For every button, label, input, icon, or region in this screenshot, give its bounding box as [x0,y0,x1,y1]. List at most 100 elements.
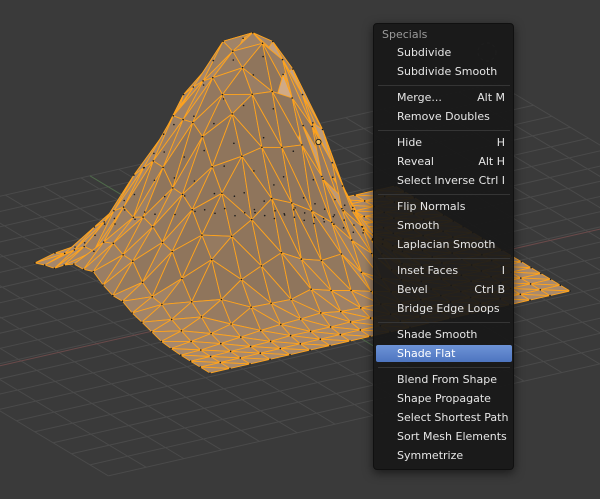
mesh-vertex [102,284,104,286]
mesh-vertex [250,218,253,221]
mesh-vertex [233,142,235,145]
mesh-vertex [152,226,154,228]
mesh-vertex [113,217,116,220]
menu-item-label: Shade Smooth [397,328,478,341]
specials-menu[interactable]: Specials Subdivide Subdivide Smooth Merge.… [373,23,514,470]
mesh-vertex [254,211,256,214]
mesh-vertex [369,335,371,338]
mesh-vertex [370,290,372,293]
menu-item-subdivide-smooth[interactable]: Subdivide Smooth [376,63,512,80]
menu-item-sort-mesh-elements[interactable]: Sort Mesh Elements [376,428,512,445]
mesh-vertex [152,160,155,162]
menu-item-shape-propagate[interactable]: Shape Propagate [376,390,512,407]
menu-item-select-shortest-path[interactable]: Select Shortest Path [376,409,512,426]
mesh-vertex [141,321,143,324]
mesh-vertex [280,323,282,326]
mesh-vertex [249,345,252,348]
menu-item-symmetrize[interactable]: Symmetrize [376,447,512,464]
menu-item-inset-faces[interactable]: Inset Faces I [376,262,512,279]
mesh-vertex [253,170,255,172]
mesh-vertex [249,363,251,365]
mesh-vertex [300,318,302,320]
mesh-vertex [351,210,354,212]
menu-item-bevel[interactable]: Bevel Ctrl B [376,281,512,298]
mesh-vertex [53,267,56,270]
menu-item-shade-flat[interactable]: Shade Flat [376,345,512,362]
mesh-vertex [223,165,225,167]
mesh-vertex [114,223,116,225]
mesh-vertex [112,294,114,297]
menu-item-hide[interactable]: Hide H [376,134,512,151]
mesh-vertex [213,192,216,195]
object-origin-icon [315,138,322,146]
mesh-vertex [290,298,292,301]
mesh-vertex [211,166,213,168]
mesh-vertex [323,221,326,223]
mesh-vertex [172,115,175,117]
mesh-vertex [182,93,185,96]
menu-item-shade-smooth[interactable]: Shade Smooth [376,326,512,343]
mesh-vertex [222,98,225,100]
mesh-vertex [201,234,203,236]
menu-item-shortcut: Alt M [477,91,505,104]
mesh-vertex [240,278,243,281]
mesh-vertex [193,180,196,182]
mesh-vertex [274,210,276,212]
mesh-vertex [239,357,242,359]
menu-item-blend-from-shape[interactable]: Blend From Shape [376,371,512,388]
mesh-vertex [173,123,175,126]
mesh-vertex [203,149,205,152]
menu-separator [378,322,510,323]
mesh-vertex [123,199,125,202]
mesh-vertex [520,261,523,263]
menu-item-smooth[interactable]: Smooth [376,217,512,234]
mesh-vertex [283,214,286,216]
mesh-vertex [163,195,166,198]
menu-item-label: Inset Faces [397,264,459,277]
menu-item-label: Shade Flat [397,347,456,360]
mesh-vertex [282,73,284,76]
menu-item-bridge-edge-loops[interactable]: Bridge Edge Loops [376,300,512,317]
mesh-vertex [369,317,372,319]
menu-item-merge[interactable]: Merge... Alt M [376,89,512,106]
menu-item-snap-to-symmetry[interactable]: Snap to Symmetry [376,466,512,469]
mesh-vertex [350,289,352,292]
mesh-vertex [172,187,174,189]
menu-item-laplacian-smooth[interactable]: Laplacian Smooth [376,236,512,253]
mesh-vertex [221,93,224,96]
menu-item-select-inverse[interactable]: Select Inverse Ctrl I [376,172,512,189]
mesh-vertex [229,350,232,353]
menu-item-flip-normals[interactable]: Flip Normals [376,198,512,215]
mesh-vertex [301,93,304,96]
menu-item-shortcut: Alt H [478,155,505,168]
menu-item-reveal[interactable]: Reveal Alt H [376,153,512,170]
menu-item-remove-doubles[interactable]: Remove Doubles [376,108,512,125]
mesh-vertex [269,340,272,343]
menu-item-shortcut: Ctrl B [474,283,505,296]
mesh-vertex [352,231,355,233]
mesh-vertex [212,76,214,79]
mesh-vertex [180,330,183,332]
mesh-vertex [229,367,231,370]
mesh-vertex [342,209,344,212]
mesh-vertex [134,218,136,221]
mesh-vertex [230,323,232,325]
mesh-vertex [210,258,213,261]
mesh-vertex [312,122,314,124]
menu-item-label: Reveal [397,155,434,168]
mesh-vertex [330,289,332,292]
mesh-vertex [311,125,314,128]
menu-item-label: Select Shortest Path [397,411,509,424]
mesh-vertex [363,200,366,202]
mesh-vertex [122,254,124,256]
mesh-vertex [279,347,282,350]
menu-separator [378,258,510,259]
mesh-vertex [233,195,236,197]
mesh-vertex [214,212,216,215]
mesh-vertex [153,179,156,182]
menu-item-label: Select Inverse [397,174,475,187]
menu-item-subdivide[interactable]: Subdivide [376,44,512,61]
menu-item-label: Subdivide [397,46,452,59]
mesh-vertex [242,37,244,40]
mesh-vertex [349,340,351,342]
